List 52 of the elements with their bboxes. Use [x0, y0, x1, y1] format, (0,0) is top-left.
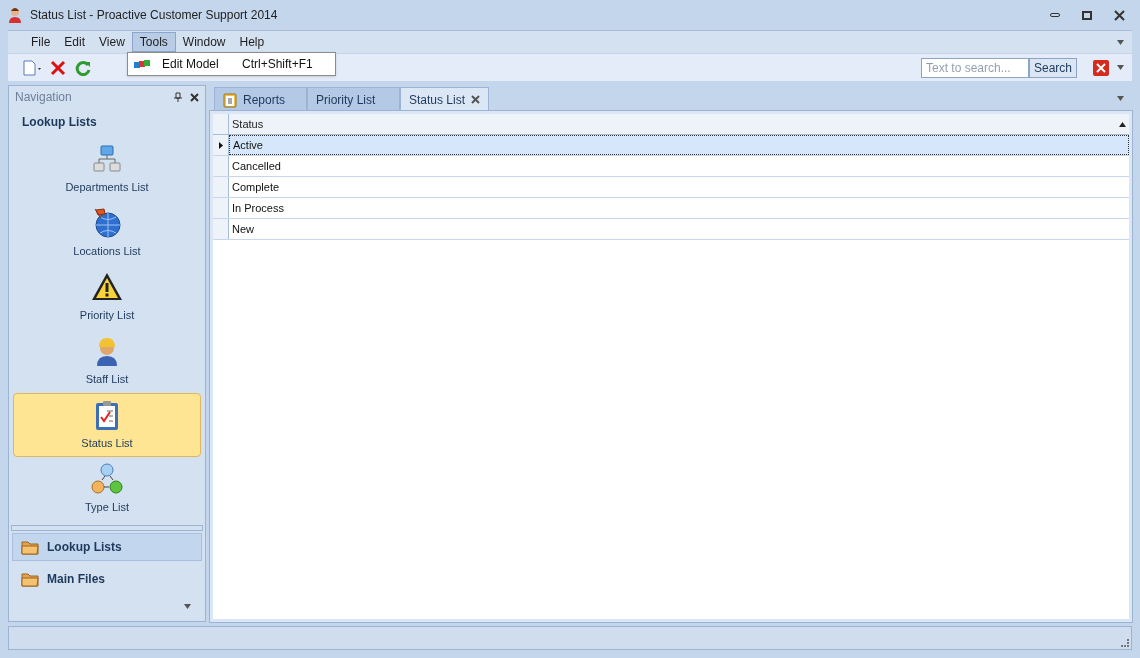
search-field[interactable]: Text to search... [920, 57, 1029, 78]
navigation-item[interactable]: Type List [13, 457, 201, 521]
menu-item[interactable]: View [92, 32, 132, 52]
table-cell[interactable]: Cancelled [229, 156, 1129, 176]
navigation-item[interactable]: Status List [13, 393, 201, 457]
clipboard-icon [223, 91, 237, 108]
maximize-icon[interactable] [1082, 10, 1092, 20]
overflow-caret-icon[interactable] [1117, 39, 1124, 45]
cubes-icon [134, 59, 150, 69]
table-cell[interactable]: Active [229, 135, 1129, 155]
table-cell[interactable]: In Process [229, 198, 1129, 218]
table-cell[interactable]: New [229, 219, 1129, 239]
navigation-item[interactable]: Priority List [13, 265, 201, 329]
close-icon[interactable] [471, 95, 481, 104]
menu-item-label: Edit Model [162, 56, 220, 73]
overflow-caret-icon[interactable] [1117, 65, 1124, 70]
table-cell[interactable]: Complete [229, 177, 1129, 197]
minimize-icon[interactable] [1050, 13, 1060, 17]
menu-item[interactable]: File [24, 32, 58, 52]
menu-item[interactable]: Help [232, 32, 272, 52]
window-title: Status List - Proactive Customer Support 2014 [30, 7, 278, 24]
close-icon[interactable] [1093, 59, 1109, 76]
delete-icon[interactable] [50, 59, 66, 76]
search-button[interactable]: Search [1028, 57, 1077, 78]
resize-grip-icon [1121, 639, 1129, 647]
group-button[interactable]: Lookup Lists [12, 533, 202, 561]
app-icon [8, 7, 22, 23]
navigation-item[interactable]: Staff List [13, 329, 201, 393]
pin-icon[interactable] [174, 92, 182, 102]
group-button[interactable]: Main Files [12, 565, 202, 593]
document-tab[interactable]: Status List [400, 87, 490, 111]
row-header[interactable] [213, 135, 229, 155]
menu-item[interactable]: Window [175, 32, 233, 52]
caret-icon[interactable] [184, 604, 191, 609]
new-document-icon[interactable] [22, 59, 42, 76]
tab-list-caret-icon[interactable] [1117, 95, 1124, 101]
row-indicator-icon [218, 141, 223, 149]
folder-icon [21, 571, 39, 587]
close-icon[interactable] [190, 92, 199, 102]
document-tab[interactable]: Reports [214, 87, 307, 111]
refresh-icon[interactable] [74, 58, 92, 77]
sort-ascending-icon [1119, 121, 1126, 127]
menu-item[interactable]: Edit [57, 32, 93, 52]
menu-item-shortcut: Ctrl+Shift+F1 [242, 56, 313, 73]
navigation-item[interactable]: Locations List [13, 201, 201, 265]
folder-icon [21, 539, 39, 555]
group-title: Lookup Lists [21, 114, 98, 131]
menu-item[interactable]: Tools [131, 32, 176, 52]
navigation-item[interactable]: Departments List [13, 137, 201, 201]
close-icon[interactable] [1114, 9, 1125, 21]
panel-title: Navigation [15, 89, 73, 106]
document-tab[interactable]: Priority List [307, 87, 400, 111]
